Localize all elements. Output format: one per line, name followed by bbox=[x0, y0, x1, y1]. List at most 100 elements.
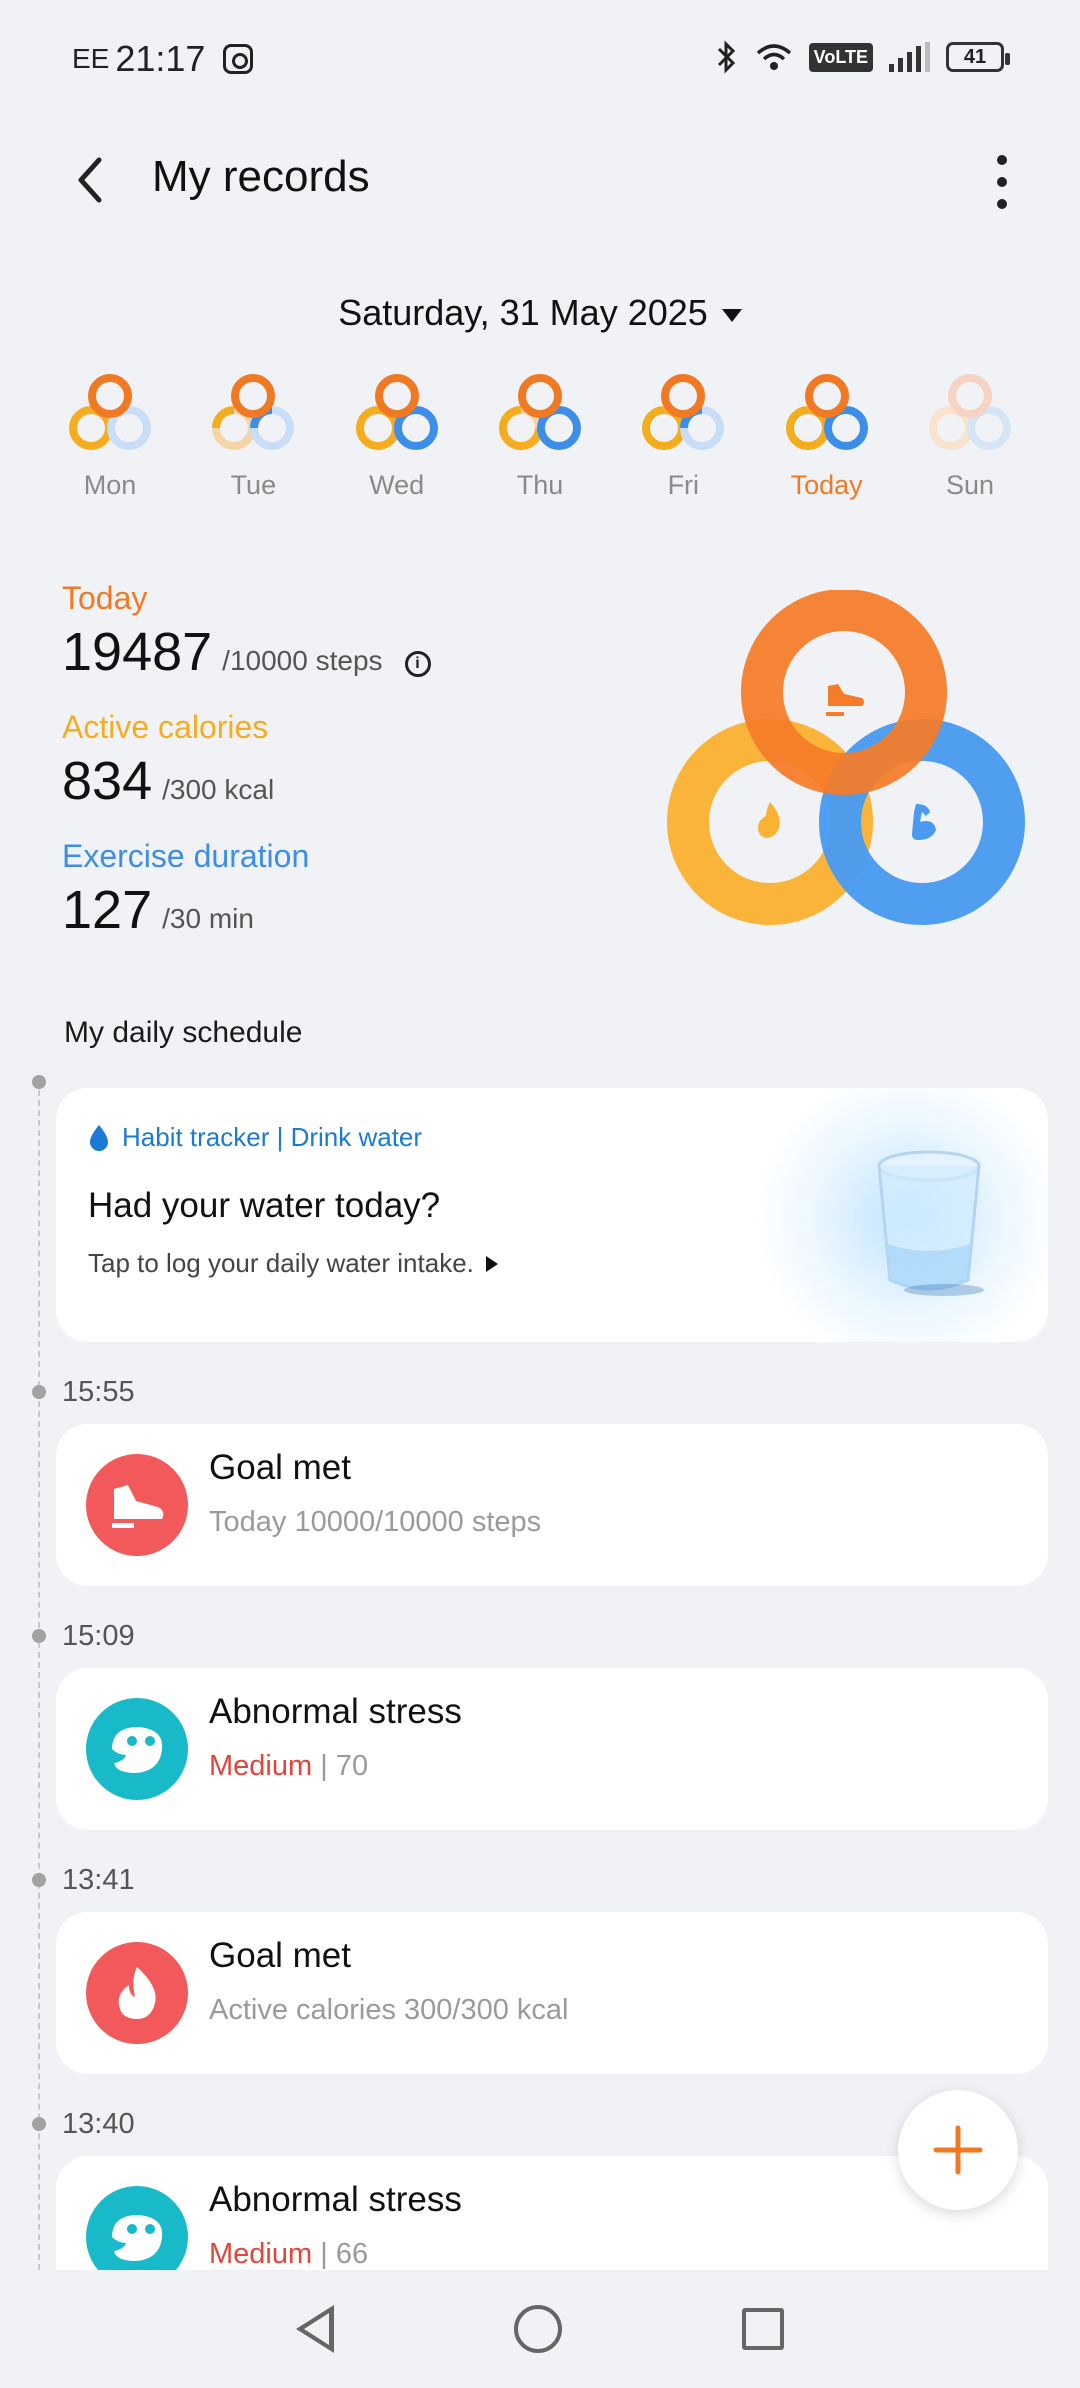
event-subtitle: Medium | 66 bbox=[209, 2238, 368, 2270]
timeline-dot bbox=[32, 2117, 46, 2131]
day-label: Wed bbox=[369, 470, 425, 500]
exercise-label: Exercise duration bbox=[62, 838, 310, 874]
nav-recents-icon[interactable] bbox=[742, 2308, 784, 2350]
day-thu[interactable]: Thu bbox=[490, 372, 590, 501]
page-title: My records bbox=[152, 152, 370, 201]
day-label: Mon bbox=[83, 470, 137, 500]
steps-value: 19487 bbox=[62, 622, 213, 682]
dot-icon bbox=[997, 155, 1007, 165]
event-card-stress[interactable]: Abnormal stress Medium | 70 bbox=[56, 1668, 1048, 1830]
event-title: Abnormal stress bbox=[209, 1692, 462, 1731]
stress-face-icon bbox=[86, 2186, 188, 2270]
water-glass-illustration bbox=[877, 1150, 984, 1296]
event-card-stress[interactable]: Abnormal stress Medium | 66 bbox=[56, 2156, 1048, 2270]
stress-value: 66 bbox=[335, 2238, 369, 2270]
exercise-goal: /30 min bbox=[162, 903, 254, 934]
muscle-icon bbox=[912, 804, 936, 840]
separator: | bbox=[312, 2238, 336, 2270]
event-card-goal-calories[interactable]: Goal met Active calories 300/300 kcal bbox=[56, 1912, 1048, 2074]
water-card-subtitle-text: Tap to log your daily water intake. bbox=[88, 1248, 474, 1278]
schedule-title: My daily schedule bbox=[64, 1016, 303, 1049]
activity-rings-icon bbox=[928, 374, 1011, 450]
event-card-goal-steps[interactable]: Goal met Today 10000/10000 steps bbox=[56, 1424, 1048, 1586]
back-button[interactable] bbox=[60, 140, 120, 220]
day-label: Sun bbox=[945, 470, 994, 500]
plus-icon bbox=[933, 2125, 983, 2175]
water-habit-card[interactable]: Habit tracker | Drink water Had your wat… bbox=[56, 1088, 1048, 1342]
status-bar: EE 21:17 VoLTE 41 bbox=[0, 0, 1080, 120]
carrier-label: EE bbox=[72, 43, 110, 74]
separator: | bbox=[312, 1750, 336, 1782]
add-record-button[interactable] bbox=[898, 2090, 1018, 2210]
system-navigation-bar bbox=[0, 2270, 1080, 2388]
caret-down-icon bbox=[721, 308, 742, 322]
activity-rings-icon bbox=[69, 374, 151, 450]
stress-level: Medium bbox=[209, 1750, 313, 1782]
wifi-icon bbox=[756, 44, 791, 70]
exercise-row: 127 /30 min bbox=[62, 879, 431, 941]
nav-back-icon[interactable] bbox=[296, 2305, 334, 2353]
timeline-dot bbox=[32, 1873, 46, 1887]
water-card-title: Had your water today? bbox=[88, 1186, 441, 1225]
calories-value: 834 bbox=[62, 751, 153, 811]
date-label: Saturday, 31 May 2025 bbox=[338, 292, 708, 333]
timeline-dot bbox=[32, 1385, 46, 1399]
battery-level: 41 bbox=[963, 45, 987, 68]
water-drop-icon bbox=[90, 1124, 108, 1151]
activity-rings-icon bbox=[498, 374, 581, 450]
info-icon[interactable]: i bbox=[404, 651, 431, 677]
exercise-value: 127 bbox=[62, 880, 153, 940]
timeline-dot bbox=[32, 1629, 46, 1643]
stress-level: Medium bbox=[209, 2238, 313, 2270]
day-sun[interactable]: Sun bbox=[920, 372, 1020, 501]
event-title: Abnormal stress bbox=[209, 2180, 462, 2219]
day-fri[interactable]: Fri bbox=[633, 372, 733, 501]
day-today[interactable]: Today bbox=[777, 372, 877, 501]
timeline-line bbox=[38, 1080, 40, 2270]
calories-label: Active calories bbox=[62, 709, 269, 745]
activity-rings-icon bbox=[355, 374, 438, 450]
status-left: EE 21:17 bbox=[72, 38, 254, 80]
dot-icon bbox=[997, 177, 1007, 187]
day-wed[interactable]: Wed bbox=[347, 372, 447, 501]
activity-rings-icon bbox=[212, 374, 295, 450]
day-label: Thu bbox=[516, 470, 564, 500]
habit-tag: Habit tracker | Drink water bbox=[88, 1122, 422, 1153]
water-card-subtitle: Tap to log your daily water intake. bbox=[88, 1248, 498, 1279]
week-selector: Mon Tue Wed Thu Fri Today Sun bbox=[60, 372, 1020, 501]
chevron-left-icon bbox=[78, 157, 102, 203]
clock: 21:17 bbox=[115, 38, 206, 79]
habit-tag-label: Habit tracker | Drink water bbox=[122, 1122, 423, 1152]
shoe-icon bbox=[86, 1454, 188, 1556]
bluetooth-icon bbox=[717, 40, 735, 74]
timeline-dot bbox=[32, 1075, 46, 1089]
day-label: Tue bbox=[230, 470, 277, 500]
flame-icon bbox=[86, 1942, 188, 2044]
arrow-right-icon bbox=[485, 1255, 498, 1272]
event-time: 13:40 bbox=[62, 2108, 135, 2140]
day-tue[interactable]: Tue bbox=[203, 372, 303, 501]
day-label: Today bbox=[790, 470, 863, 500]
shoe-icon bbox=[826, 684, 864, 716]
instagram-notification-icon bbox=[223, 44, 254, 74]
date-picker[interactable]: Saturday, 31 May 2025 bbox=[0, 292, 1080, 334]
event-subtitle: Active calories 300/300 kcal bbox=[209, 1994, 569, 2026]
steps-row: 19487 /10000 steps i bbox=[62, 621, 431, 683]
dot-icon bbox=[997, 199, 1007, 209]
nav-home-icon[interactable] bbox=[514, 2305, 562, 2353]
day-mon[interactable]: Mon bbox=[60, 372, 160, 501]
steps-goal: /10000 steps bbox=[222, 645, 383, 676]
event-time: 15:55 bbox=[62, 1376, 135, 1408]
day-label: Fri bbox=[667, 470, 700, 500]
more-options-button[interactable] bbox=[972, 146, 1032, 218]
event-title: Goal met bbox=[209, 1936, 351, 1975]
calories-goal: /300 kcal bbox=[162, 774, 275, 805]
activity-summary: Today 19487 /10000 steps i Active calori… bbox=[62, 580, 431, 967]
steps-label: Today bbox=[62, 580, 148, 616]
activity-rings-icon bbox=[785, 374, 868, 450]
status-right: VoLTE 41 bbox=[715, 40, 1010, 74]
event-time: 15:09 bbox=[62, 1620, 135, 1652]
event-subtitle: Medium | 70 bbox=[209, 1750, 368, 1783]
activity-rings-chart[interactable] bbox=[666, 590, 1026, 930]
event-time: 13:41 bbox=[62, 1864, 135, 1896]
